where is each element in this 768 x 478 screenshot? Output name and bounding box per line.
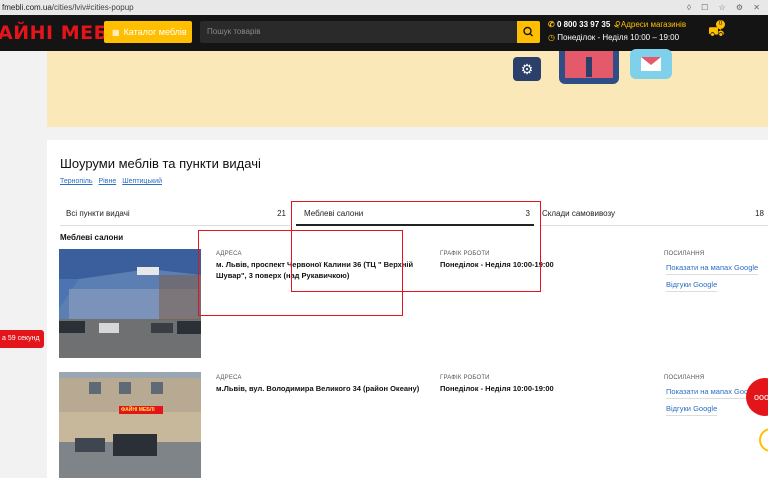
- stores-link-text: Адреси магазинів: [620, 20, 687, 29]
- gear-icon: ⚙: [513, 57, 541, 81]
- search-input[interactable]: Пошук товарів: [200, 21, 518, 43]
- page-title: Шоуруми меблів та пункти видачі: [60, 156, 261, 171]
- phone-icon: ✆: [548, 20, 555, 29]
- clock-icon: ◷: [548, 33, 555, 42]
- working-hours: ◷ Понеділок - Неділя 10:00 – 19:00: [548, 33, 679, 42]
- browser-url-bar[interactable]: fmebli.com.ua/cities/lviv#cities-popup ◊…: [0, 0, 768, 15]
- google-reviews-link[interactable]: Відгуки Google: [666, 280, 718, 292]
- address-label: АДРЕСА: [216, 375, 242, 381]
- google-reviews-link[interactable]: Відгуки Google: [666, 404, 718, 416]
- city-links: Тернопіль Рівне Шептицький: [60, 178, 168, 185]
- city-link-rivne[interactable]: Рівне: [99, 178, 117, 185]
- schedule-label: ГРАФІК РОБОТИ: [440, 375, 490, 381]
- salon-schedule: Понеділок - Неділя 10:00-19:00: [440, 260, 554, 269]
- city-link-sheptytskyi[interactable]: Шептицький: [122, 178, 162, 185]
- catalog-label: Каталог меблів: [123, 27, 187, 37]
- mail-icon: [630, 49, 672, 79]
- url-host: fmebli.com.ua: [2, 3, 52, 12]
- photo-sign-text: ФАЙНІ МЕБЛІ: [121, 407, 155, 413]
- tab-label: Всі пункти видачі: [66, 209, 130, 218]
- tab-count: 18: [755, 209, 764, 218]
- salon-address: м.Львів, вул. Володимира Великого 34 (ра…: [216, 384, 420, 393]
- tab-count: 21: [277, 209, 286, 218]
- salon-schedule: Понеділок - Неділя 10:00-19:00: [440, 384, 554, 393]
- google-maps-link[interactable]: Показати на мапах Google: [666, 263, 759, 275]
- stores-link[interactable]: ⚲Адреси магазинів: [615, 20, 686, 29]
- salon-photo: ФАЙНІ МЕБЛІ: [59, 372, 201, 478]
- countdown-toast[interactable]: а 59 секунд: [0, 330, 44, 348]
- tab-all-pickup-points[interactable]: Всі пункти видачі 21: [60, 202, 290, 226]
- tab-count: 3: [525, 209, 530, 218]
- grid-icon: ▦: [112, 28, 120, 37]
- tab-pickup-warehouses[interactable]: Склади самовивозу 18: [540, 202, 768, 226]
- phone-text: 0 800 33 97 35: [556, 20, 611, 29]
- schedule-label: ГРАФІК РОБОТИ: [440, 251, 490, 257]
- search-placeholder: Пошук товарів: [207, 27, 261, 36]
- catalog-button[interactable]: ▦ Каталог меблів: [104, 21, 192, 43]
- url-path: /cities/lviv#cities-popup: [51, 3, 134, 12]
- manager-illustration: [559, 51, 619, 84]
- salon-address: м. Львів, проспект Червоної Калини 36 (Т…: [216, 260, 414, 280]
- links-label: ПОСИЛАННЯ: [664, 375, 705, 381]
- links-label: ПОСИЛАННЯ: [664, 251, 705, 257]
- tab-furniture-salons[interactable]: Меблеві салони 3: [296, 202, 534, 226]
- cart-count-badge: 0: [716, 20, 725, 29]
- tab-label: Склади самовивозу: [542, 209, 616, 218]
- salon-photo: [59, 249, 201, 358]
- phone-number[interactable]: ✆ 0 800 33 97 35 ⌄: [548, 20, 619, 29]
- search-button[interactable]: [517, 21, 540, 43]
- tab-label: Меблеві салони: [304, 209, 364, 218]
- city-link-ternopil[interactable]: Тернопіль: [60, 178, 93, 185]
- browser-toolbar-icons[interactable]: ◊ ☐ ☆ ⚙ ✕: [687, 0, 764, 15]
- hours-text: Понеділок - Неділя 10:00 – 19:00: [557, 33, 680, 42]
- section-title: Меблеві салони: [60, 233, 124, 242]
- chat-icon: ooo: [754, 392, 768, 402]
- search-icon: [523, 26, 533, 37]
- address-label: АДРЕСА: [216, 251, 242, 257]
- google-maps-link[interactable]: Показати на мапах Google: [666, 387, 759, 399]
